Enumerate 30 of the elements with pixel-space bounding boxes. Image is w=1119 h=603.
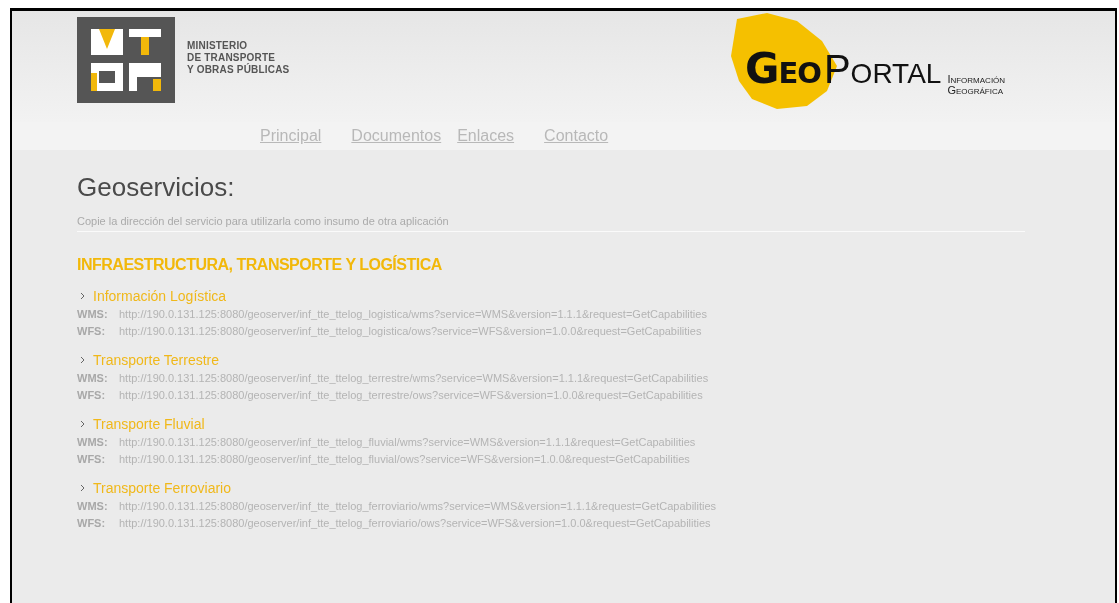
portal-tagline: Geográfica — [947, 85, 1005, 96]
ministry-name-line: DE TRANSPORTE — [187, 52, 277, 63]
service-type: WFS: — [77, 452, 107, 466]
chevron-icon — [80, 356, 85, 364]
ministry-logo-icon — [77, 17, 175, 103]
chevron-icon — [80, 292, 85, 300]
service-type: WMS: — [77, 435, 109, 449]
nav-link[interactable]: Contacto — [544, 127, 609, 145]
nav-link[interactable]: Enlaces — [457, 127, 515, 145]
portal-name-bold: Geo — [745, 44, 821, 93]
service-type: WFS: — [77, 516, 107, 530]
page-title: Geoservicios: — [77, 172, 236, 203]
group-link[interactable]: Transporte Ferroviario — [93, 480, 231, 496]
portal-tagline: Información — [947, 74, 1006, 85]
page-subtitle: Copie la dirección del servicio para utilizarla como insumo de otra aplicación — [77, 215, 1025, 232]
group-link[interactable]: Transporte Terrestre — [93, 352, 220, 368]
group-link[interactable]: Transporte Fluvial — [93, 416, 205, 432]
service-type: WMS: — [77, 499, 109, 513]
group-link[interactable]: Información Logística — [93, 288, 227, 304]
service-type: WMS: — [77, 307, 109, 321]
nav-link[interactable]: Documentos — [351, 127, 442, 145]
chevron-icon — [80, 420, 85, 428]
nav-link[interactable]: Principal — [260, 127, 322, 145]
service-type: WMS: — [77, 371, 109, 385]
chevron-icon — [80, 484, 85, 492]
service-type: WFS: — [77, 388, 107, 402]
section-title: INFRAESTRUCTURA, TRANSPORTE Y LOGÍSTICA — [77, 256, 443, 274]
ministry-name-line: MINISTERIO — [187, 40, 249, 52]
ministry-name-line: Y OBRAS PÚBLICAS — [187, 64, 290, 76]
service-type: WFS: — [77, 324, 107, 338]
